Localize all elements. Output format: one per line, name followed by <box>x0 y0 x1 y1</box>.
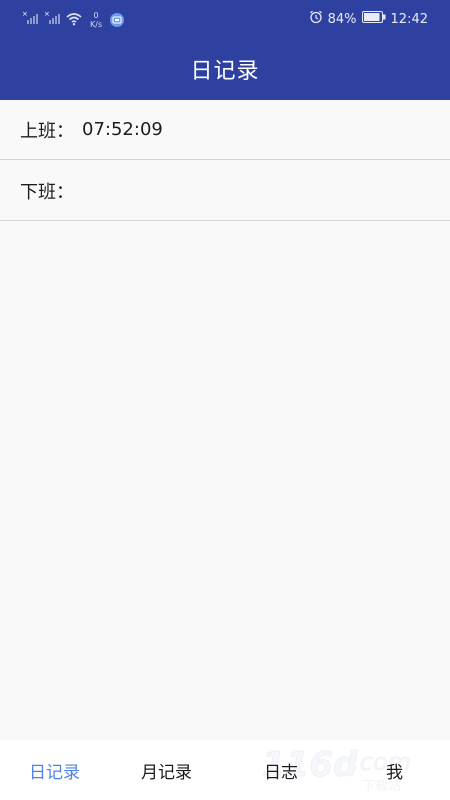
record-colon: ： <box>56 181 74 203</box>
app-bar: 日记录 <box>0 38 450 100</box>
record-label-clock-out: 下班 <box>20 181 56 203</box>
wifi-icon <box>66 11 82 30</box>
svg-text:×: × <box>22 10 28 18</box>
tab-me[interactable]: 我 <box>386 758 403 783</box>
clock: 12:42 <box>390 11 428 27</box>
record-label-clock-in: 上班 <box>20 120 56 142</box>
tab-day-record[interactable]: 日记录 <box>29 758 80 783</box>
battery-icon <box>361 11 386 27</box>
status-right: 84% 12:42 <box>309 9 428 29</box>
battery-percent: 84% <box>327 11 357 27</box>
alarm-icon <box>309 10 323 28</box>
network-speed-unit: K/s <box>90 20 103 29</box>
record-row-clock-in[interactable]: 上班 ： 07:52:09 <box>0 100 450 160</box>
page-title: 日记录 <box>190 59 260 84</box>
status-left: × × 0 K/s <box>22 6 125 34</box>
screen: × × 0 K/s 84% 12:42 日记录 上班 ： 07:52:09 下班… <box>0 0 450 800</box>
signal-1-icon: × <box>22 10 38 30</box>
network-speed: 0 K/s <box>90 11 102 29</box>
tab-month-record[interactable]: 月记录 <box>141 758 192 783</box>
record-value-clock-in: 07:52:09 <box>82 119 163 140</box>
cloud-app-icon <box>110 13 125 27</box>
signal-2-icon: × <box>44 10 60 30</box>
tab-log[interactable]: 日志 <box>264 758 298 783</box>
bottom-nav: 116d .com 下载站 日记录 月记录 日志 我 <box>0 740 450 800</box>
record-colon: ： <box>56 120 74 142</box>
svg-text:×: × <box>44 10 50 18</box>
record-row-clock-out[interactable]: 下班 ： <box>0 161 450 221</box>
network-speed-value: 0 <box>93 11 99 20</box>
status-bar: × × 0 K/s 84% 12:42 <box>0 0 450 38</box>
